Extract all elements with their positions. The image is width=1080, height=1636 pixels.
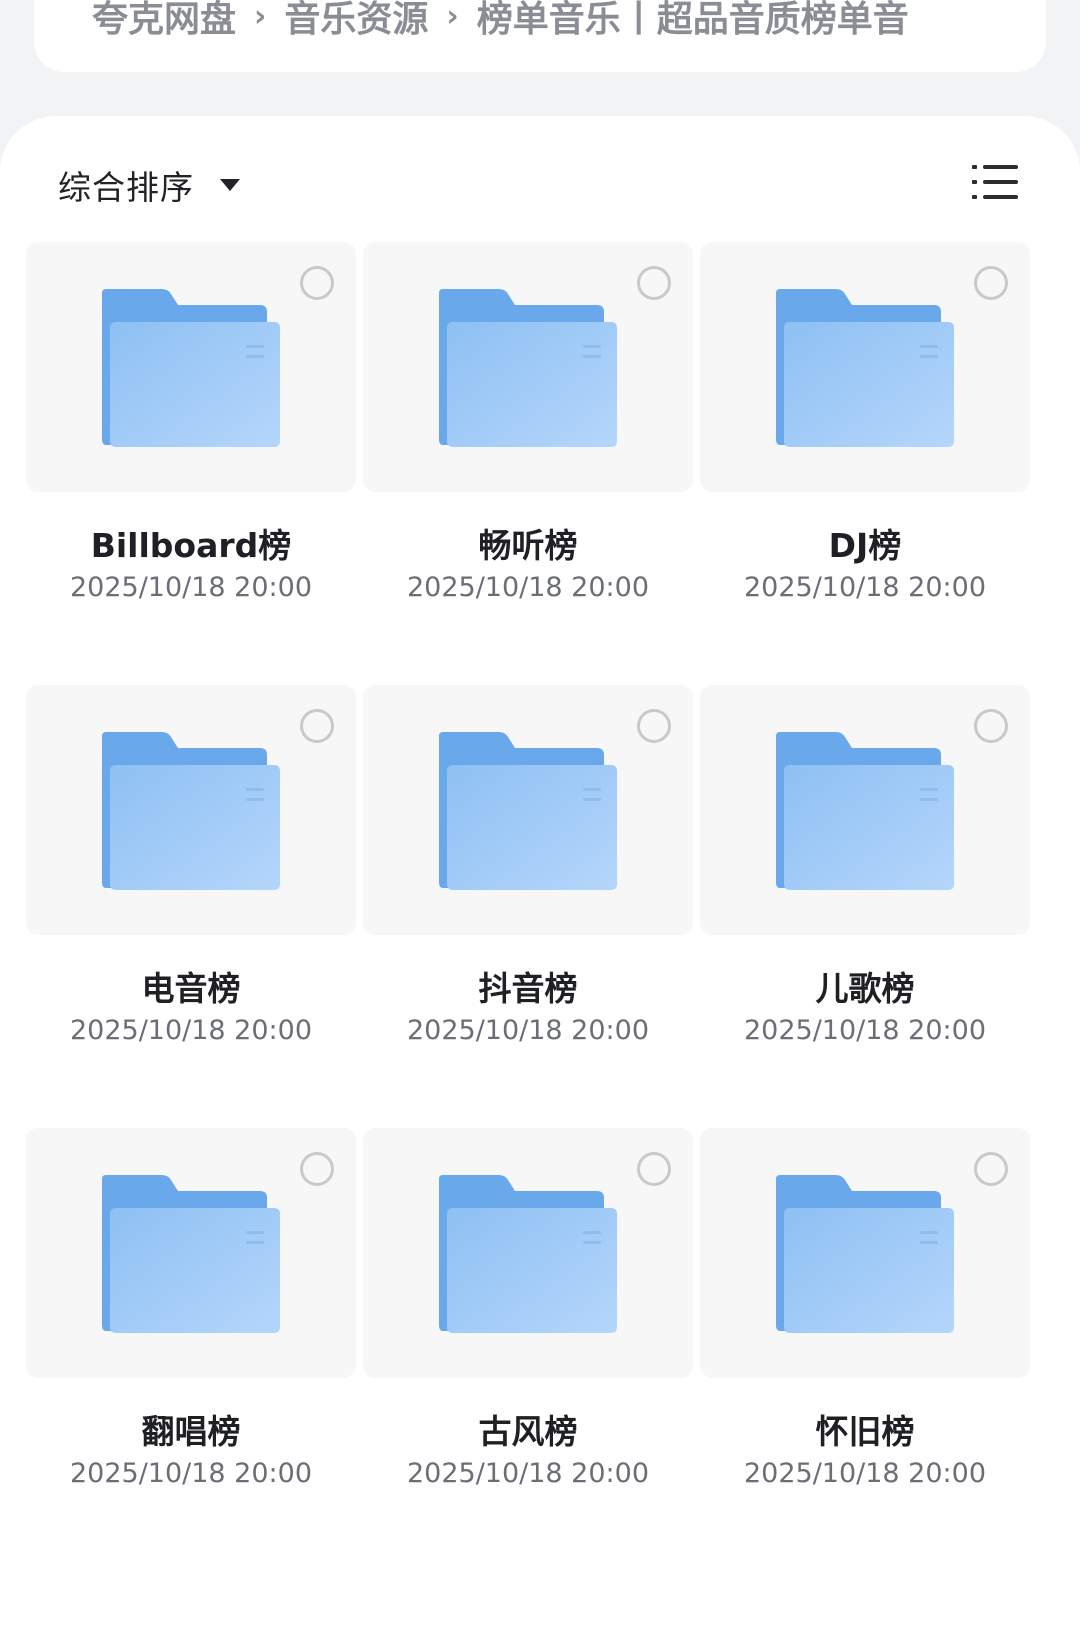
breadcrumb-item-root[interactable]: 夸克网盘 (92, 0, 236, 40)
folder-item[interactable]: 电音榜 2025/10/18 20:00 (26, 685, 356, 1105)
folder-name: 翻唱榜 (141, 1412, 241, 1451)
folder-date: 2025/10/18 20:00 (406, 572, 649, 603)
folder-name: Billboard榜 (90, 526, 292, 565)
select-checkbox[interactable] (637, 1152, 671, 1186)
breadcrumb-item-music[interactable]: 音乐资源 (284, 0, 428, 40)
folder-icon (776, 732, 954, 892)
folder-thumbnail (700, 1128, 1030, 1378)
folder-thumbnail (26, 242, 356, 492)
breadcrumb: 夸克网盘 › 音乐资源 › 榜单音乐丨超品音质榜单音 (92, 0, 992, 40)
folder-icon (102, 732, 280, 892)
folder-thumbnail (700, 242, 1030, 492)
folder-icon (102, 289, 280, 449)
folder-item[interactable]: DJ榜 2025/10/18 20:00 (700, 242, 1030, 662)
select-checkbox[interactable] (974, 1152, 1008, 1186)
sort-dropdown[interactable]: 综合排序 (58, 160, 240, 210)
folder-item[interactable]: 畅听榜 2025/10/18 20:00 (363, 242, 693, 662)
folder-date: 2025/10/18 20:00 (743, 572, 986, 603)
chevron-right-icon: › (254, 0, 267, 34)
list-view-icon[interactable] (972, 162, 1018, 202)
folder-name: DJ榜 (828, 526, 902, 565)
folder-item[interactable]: 儿歌榜 2025/10/18 20:00 (700, 685, 1030, 1105)
folder-date: 2025/10/18 20:00 (69, 1015, 312, 1046)
folder-date: 2025/10/18 20:00 (69, 1458, 312, 1489)
folder-name: 畅听榜 (478, 526, 578, 565)
folder-date: 2025/10/18 20:00 (743, 1015, 986, 1046)
folder-item[interactable]: 抖音榜 2025/10/18 20:00 (363, 685, 693, 1105)
folder-icon (439, 289, 617, 449)
select-checkbox[interactable] (300, 266, 334, 300)
select-checkbox[interactable] (637, 266, 671, 300)
folder-icon (776, 1175, 954, 1335)
folder-name: 古风榜 (478, 1412, 578, 1451)
select-checkbox[interactable] (300, 1152, 334, 1186)
folder-icon (439, 732, 617, 892)
caret-down-icon (220, 179, 240, 191)
folder-thumbnail (363, 685, 693, 935)
folder-item[interactable]: 翻唱榜 2025/10/18 20:00 (26, 1128, 356, 1548)
folder-item[interactable]: 古风榜 2025/10/18 20:00 (363, 1128, 693, 1548)
folder-name: 抖音榜 (478, 969, 578, 1008)
sort-label: 综合排序 (58, 168, 194, 207)
select-checkbox[interactable] (974, 709, 1008, 743)
chevron-right-icon: › (446, 0, 459, 34)
folder-item[interactable]: Billboard榜 2025/10/18 20:00 (26, 242, 356, 662)
folder-date: 2025/10/18 20:00 (406, 1458, 649, 1489)
folder-icon (439, 1175, 617, 1335)
select-checkbox[interactable] (637, 709, 671, 743)
folder-item[interactable]: 怀旧榜 2025/10/18 20:00 (700, 1128, 1030, 1548)
folder-icon (776, 289, 954, 449)
folder-name: 电音榜 (141, 969, 241, 1008)
breadcrumb-item-current[interactable]: 榜单音乐丨超品音质榜单音 (477, 0, 909, 40)
folder-name: 怀旧榜 (815, 1412, 915, 1451)
folder-thumbnail (26, 685, 356, 935)
folder-thumbnail (700, 685, 1030, 935)
folder-thumbnail (363, 242, 693, 492)
folder-name: 儿歌榜 (815, 969, 915, 1008)
folder-date: 2025/10/18 20:00 (69, 572, 312, 603)
folder-date: 2025/10/18 20:00 (743, 1458, 986, 1489)
folder-thumbnail (363, 1128, 693, 1378)
folder-date: 2025/10/18 20:00 (406, 1015, 649, 1046)
select-checkbox[interactable] (974, 266, 1008, 300)
select-checkbox[interactable] (300, 709, 334, 743)
folder-icon (102, 1175, 280, 1335)
folder-thumbnail (26, 1128, 356, 1378)
